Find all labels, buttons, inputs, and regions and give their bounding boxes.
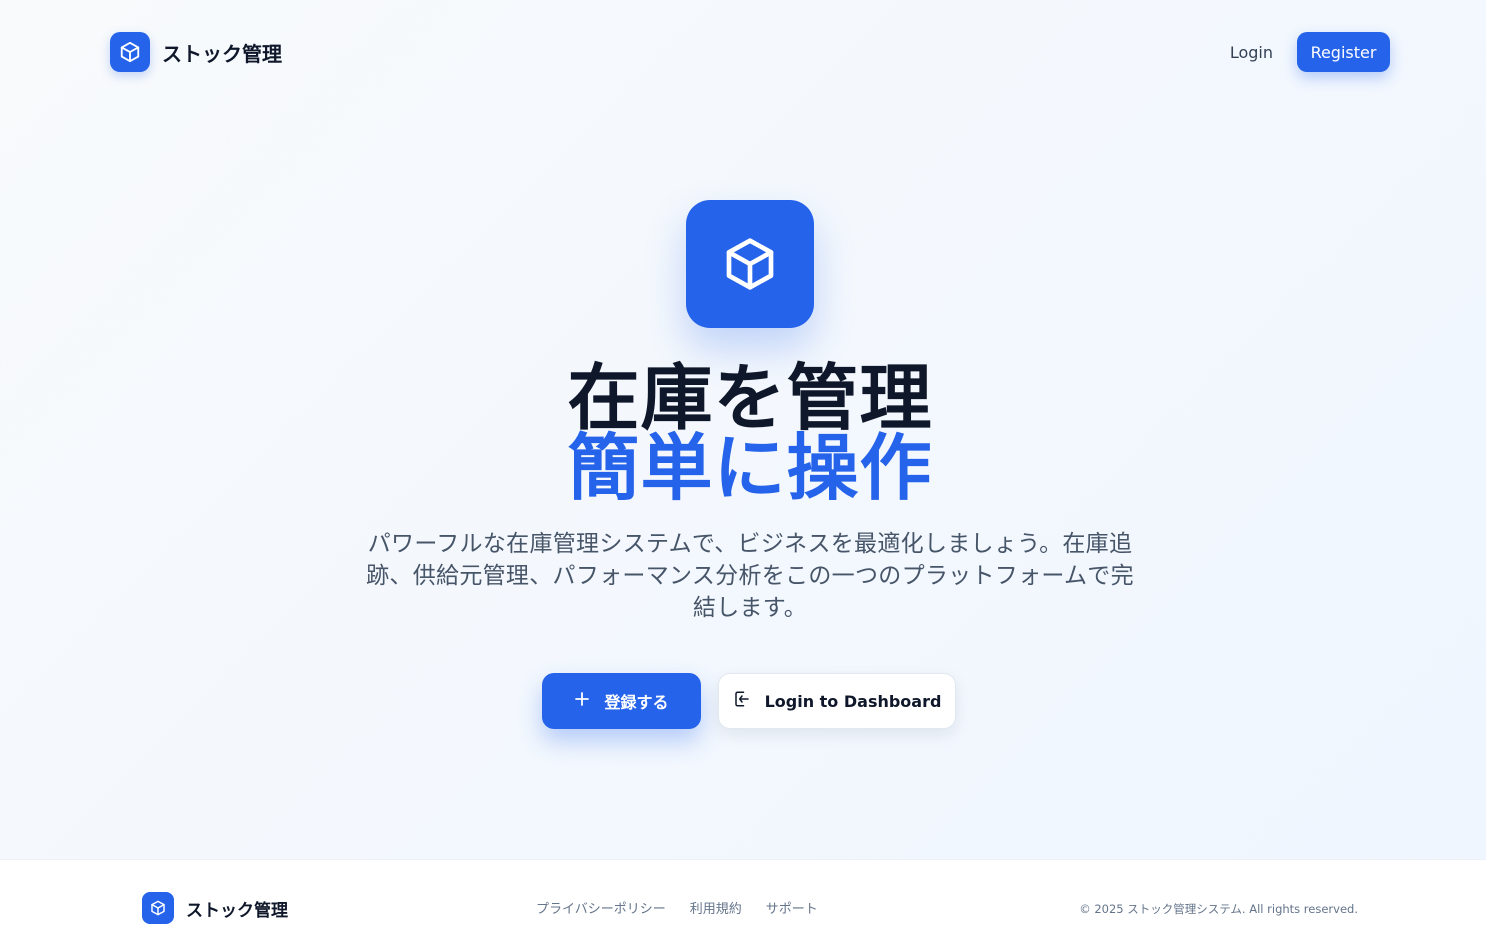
- footer: ストック管理 プライバシーポリシー 利用規約 サポート © 2025 ストック管…: [0, 859, 1486, 935]
- login-dashboard-label: Login to Dashboard: [764, 691, 942, 711]
- login-icon: [733, 690, 751, 712]
- cube-icon: [686, 200, 814, 328]
- hero-title-line1: 在庫を管理: [567, 356, 933, 440]
- login-dashboard-button[interactable]: Login to Dashboard: [718, 673, 956, 729]
- plus-icon: [574, 691, 590, 711]
- footer-brand-name: ストック管理: [186, 900, 288, 921]
- top-nav: ストック管理 Login Register: [110, 32, 1390, 72]
- register-button[interactable]: Register: [1297, 32, 1390, 72]
- auth-nav: Login Register: [1222, 32, 1390, 72]
- footer-link-privacy[interactable]: プライバシーポリシー: [536, 898, 666, 917]
- copyright: © 2025 ストック管理システム. All rights reserved.: [1079, 902, 1358, 916]
- register-cta-label: 登録する: [604, 693, 669, 712]
- login-link[interactable]: Login: [1222, 35, 1281, 70]
- footer-link-terms[interactable]: 利用規約: [690, 898, 742, 917]
- brand-name: ストック管理: [162, 41, 282, 66]
- cube-icon: [142, 892, 174, 924]
- cube-icon: [110, 32, 150, 72]
- register-cta-button[interactable]: 登録する: [542, 673, 701, 729]
- footer-link-support[interactable]: サポート: [766, 898, 818, 917]
- brand[interactable]: ストック管理: [110, 32, 282, 72]
- footer-links: プライバシーポリシー 利用規約 サポート: [536, 898, 818, 917]
- hero-description: パワーフルな在庫管理システムで、ビジネスを最適化しましょう。在庫追跡、供給元管理…: [366, 531, 1134, 621]
- footer-brand[interactable]: ストック管理: [142, 892, 288, 924]
- hero-title-line2: 簡単に操作: [567, 426, 933, 510]
